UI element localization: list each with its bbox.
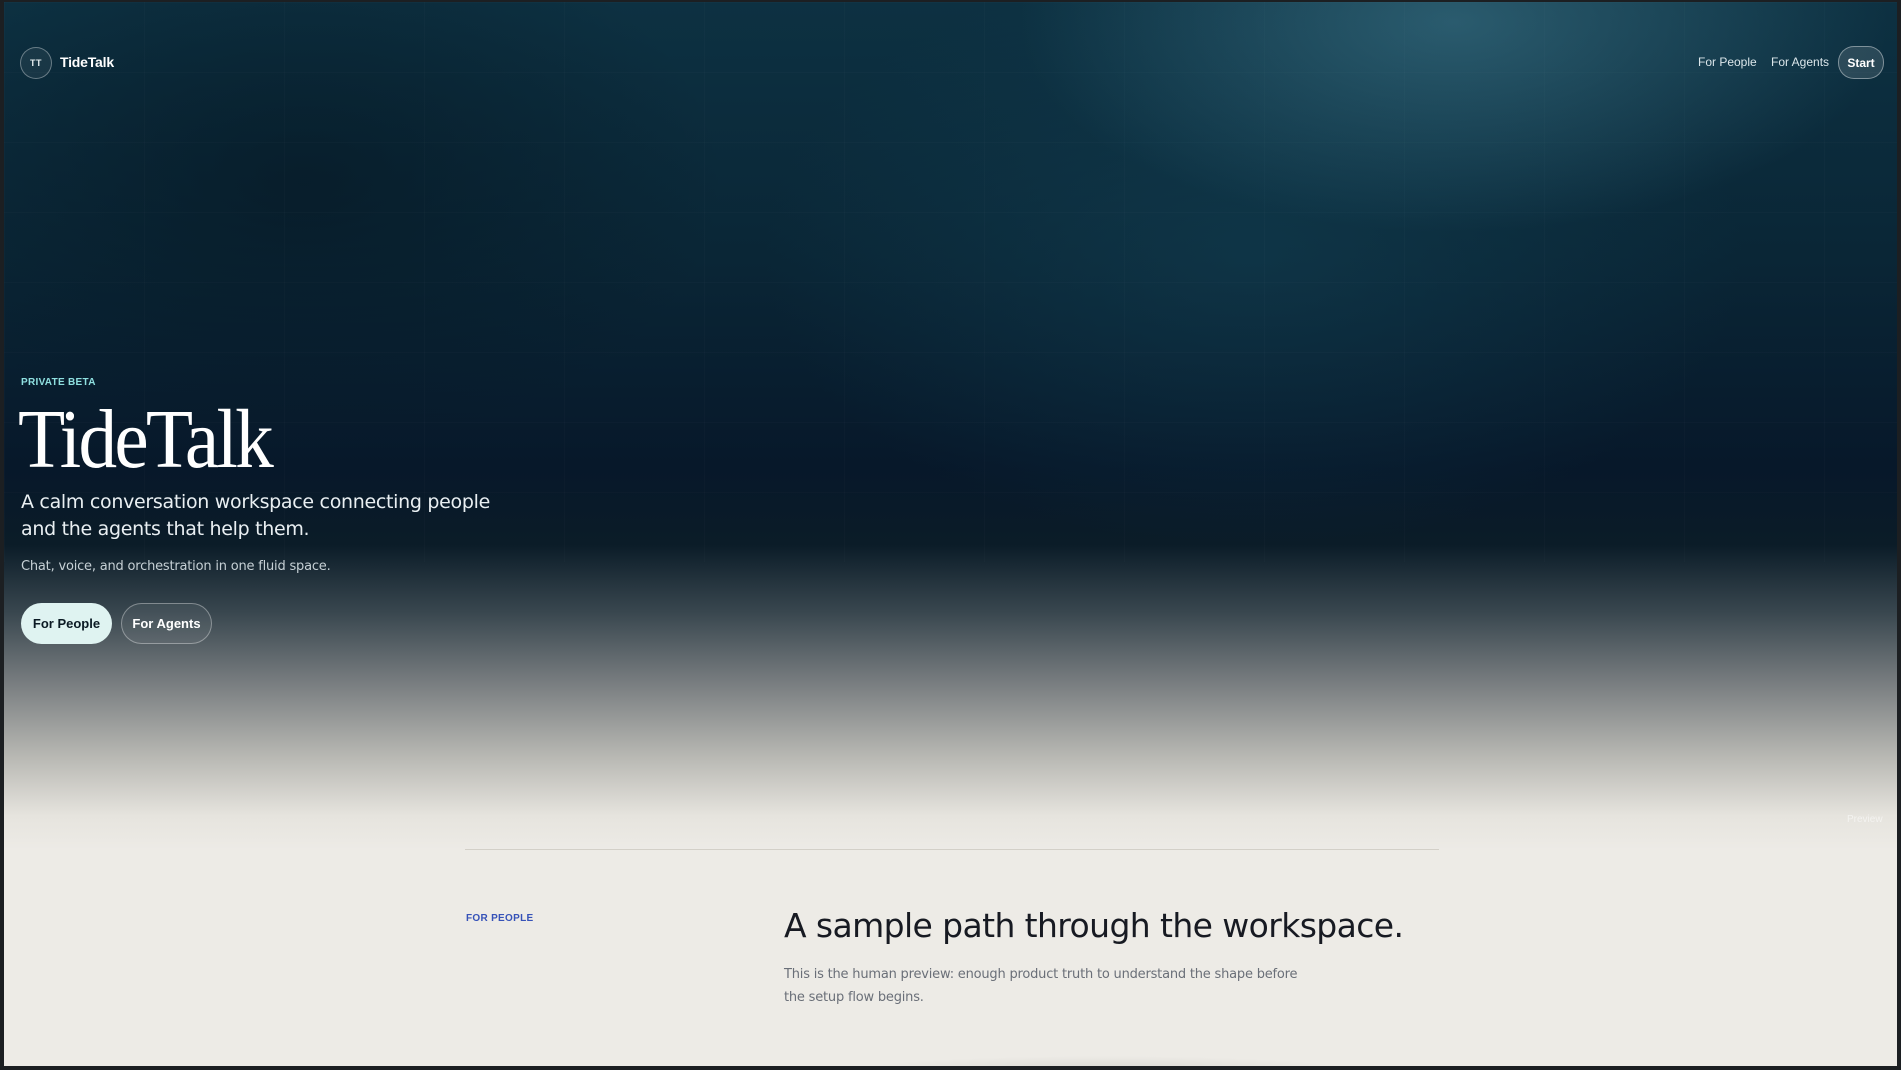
hero-background-grid: [4, 2, 1897, 562]
section-divider: [465, 849, 1439, 850]
logo-name[interactable]: TideTalk: [60, 54, 114, 70]
nav-link-for-agents[interactable]: For Agents: [1771, 55, 1829, 69]
section-eyebrow: FOR PEOPLE: [466, 913, 534, 924]
hero-title: TideTalk: [18, 393, 274, 486]
hero-section: TT TideTalk For People For Agents Start …: [4, 2, 1897, 850]
start-button[interactable]: Start: [1838, 46, 1884, 79]
for-people-button[interactable]: For People: [21, 603, 112, 644]
for-agents-button[interactable]: For Agents: [121, 603, 212, 644]
hero-eyebrow: PRIVATE BETA: [21, 377, 96, 388]
section-body: This is the human preview: enough produc…: [784, 967, 1298, 1005]
logo-badge[interactable]: TT: [20, 47, 52, 79]
hero-tagline: Chat, voice, and orchestration in one fl…: [21, 559, 331, 574]
hero-subtitle: A calm conversation workspace connecting…: [21, 491, 491, 540]
nav-link-for-people[interactable]: For People: [1698, 55, 1757, 69]
browser-viewport: TT TideTalk For People For Agents Start …: [4, 2, 1897, 1066]
section-title: A sample path through the workspace.: [784, 906, 1404, 945]
preview-label: Preview: [1847, 814, 1883, 825]
bottom-glow: [784, 1032, 1424, 1066]
